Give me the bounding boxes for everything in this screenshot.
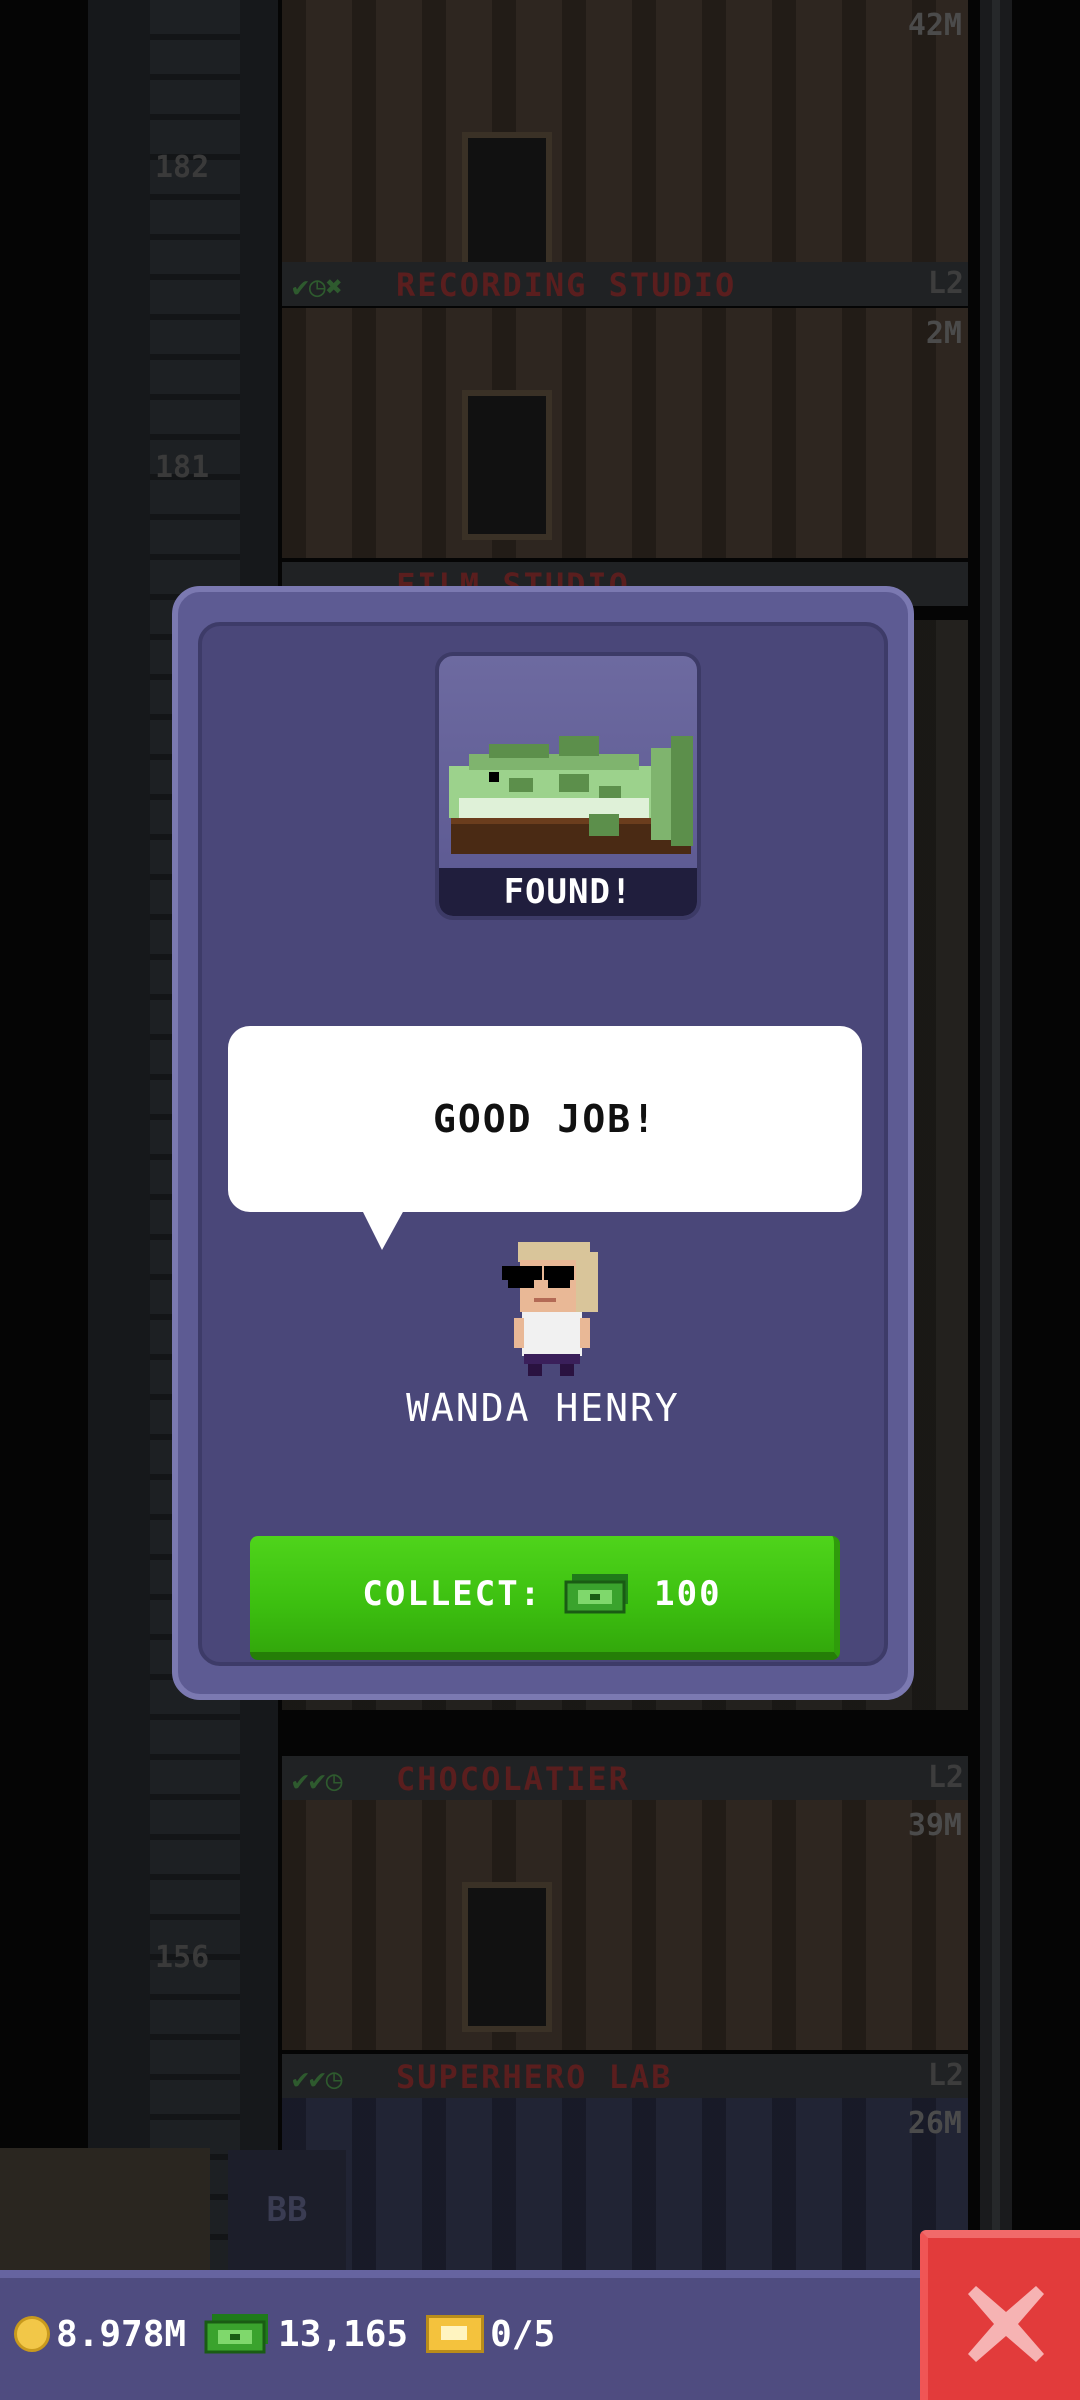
floor-name: CHOCOLATIER bbox=[396, 1760, 630, 1798]
npc-name: WANDA HENRY bbox=[406, 1386, 680, 1430]
floor-name: SUPERHERO LAB bbox=[396, 2058, 673, 2096]
coins-value: 8.978M bbox=[56, 2313, 187, 2355]
tickets-stat[interactable]: 0/5 bbox=[426, 2314, 555, 2355]
coins-stat[interactable]: 8.978M bbox=[14, 2314, 186, 2355]
collect-button[interactable]: COLLECT: 100 bbox=[250, 1536, 840, 1660]
floor-number: 182 bbox=[155, 150, 210, 185]
floor-number: 156 bbox=[155, 1940, 210, 1975]
floor-value: 42M bbox=[907, 8, 962, 43]
floor-room[interactable]: 2M bbox=[282, 308, 968, 558]
crate-tile bbox=[0, 2148, 210, 2270]
npc-avatar bbox=[502, 1242, 598, 1376]
status-icons: ✔◷✖ bbox=[292, 270, 343, 303]
found-label: FOUND! bbox=[439, 868, 697, 916]
floor-name-bar: ✔◷✖ RECORDING STUDIO L2 bbox=[282, 262, 968, 306]
floor-room[interactable]: 42M bbox=[282, 0, 968, 300]
dialog-panel: FOUND! GOOD JOB! WANDA HENRY COLLECT: 10… bbox=[198, 622, 888, 1666]
speech-bubble: GOOD JOB! bbox=[228, 1026, 862, 1212]
floor-value: 26M bbox=[907, 2106, 962, 2141]
bux-icon bbox=[564, 1574, 629, 1614]
collect-label: COLLECT: bbox=[362, 1574, 543, 1614]
floor-name-bar: ✔✔◷ CHOCOLATIER L2 bbox=[282, 1756, 968, 1800]
floor-room[interactable]: 26M bbox=[282, 2098, 968, 2270]
item-found-dialog: FOUND! GOOD JOB! WANDA HENRY COLLECT: 10… bbox=[172, 586, 914, 1700]
coin-icon bbox=[14, 2316, 50, 2352]
bux-icon bbox=[204, 2314, 269, 2354]
floor-level: L2 bbox=[927, 1760, 964, 1795]
floor-number: 181 bbox=[155, 450, 210, 485]
floor-room[interactable]: 39M bbox=[282, 1800, 968, 2050]
floor-level: L2 bbox=[927, 266, 964, 301]
close-button[interactable] bbox=[920, 2230, 1080, 2400]
tickets-value: 0/5 bbox=[490, 2313, 556, 2355]
status-icons: ✔✔◷ bbox=[292, 1764, 343, 1797]
speech-bubble-tail bbox=[362, 1210, 404, 1250]
fish-icon bbox=[449, 736, 693, 854]
bux-stat[interactable]: 13,165 bbox=[204, 2314, 408, 2355]
close-icon bbox=[968, 2286, 1044, 2362]
floor-level: L2 bbox=[927, 2058, 964, 2093]
floor-value: 39M bbox=[907, 1808, 962, 1843]
collect-content: COLLECT: 100 bbox=[250, 1536, 834, 1652]
ticket-icon bbox=[426, 2315, 485, 2353]
bux-value: 13,165 bbox=[278, 2313, 409, 2355]
status-icons: ✔✔◷ bbox=[292, 2062, 343, 2095]
bb-tile[interactable]: BB bbox=[228, 2150, 346, 2270]
speech-text: GOOD JOB! bbox=[433, 1097, 657, 1141]
floor-name-bar: ✔✔◷ SUPERHERO LAB L2 bbox=[282, 2054, 968, 2098]
elevator-shaft bbox=[980, 0, 1012, 2270]
floor-value: 2M bbox=[925, 316, 962, 351]
floor-name: RECORDING STUDIO bbox=[396, 266, 737, 304]
status-content: 8.978M 13,165 0/5 bbox=[14, 2298, 555, 2370]
collect-amount: 100 bbox=[654, 1574, 722, 1614]
status-bar: 8.978M 13,165 0/5 bbox=[0, 2270, 1080, 2400]
item-frame: FOUND! bbox=[435, 652, 701, 920]
